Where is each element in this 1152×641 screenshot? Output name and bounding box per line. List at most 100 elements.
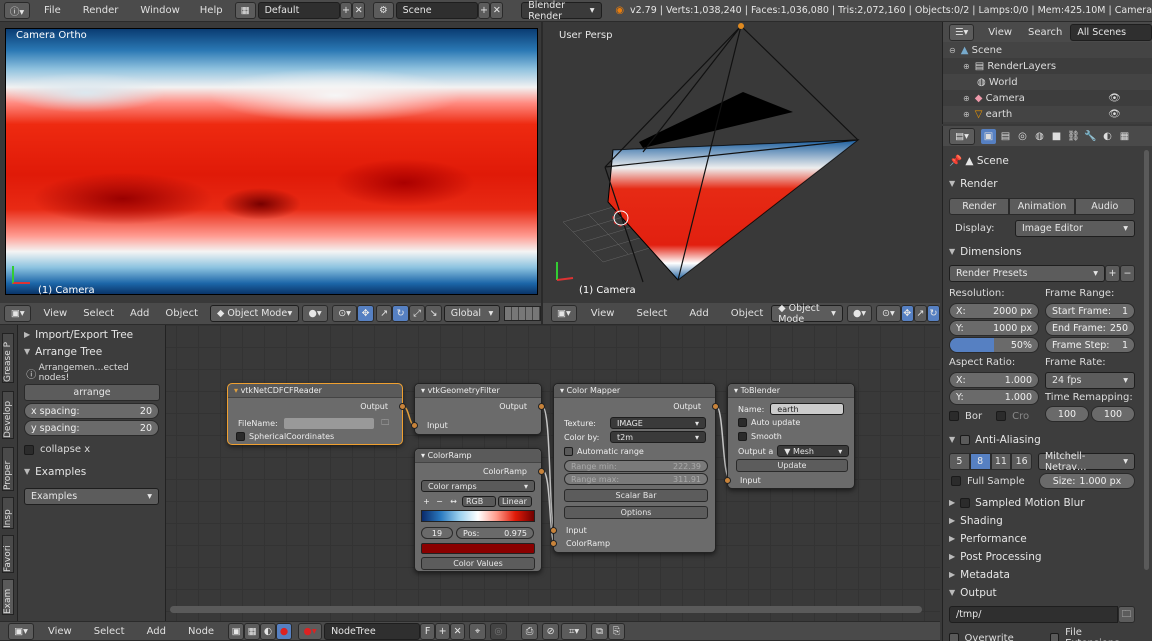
- editor-type-button[interactable]: ▣▾: [551, 305, 577, 322]
- translate-button[interactable]: ↗: [913, 305, 927, 322]
- snap-button[interactable]: ◎: [490, 622, 508, 640]
- metadata-header[interactable]: ▶ Metadata: [949, 566, 1135, 583]
- resolution-y-field[interactable]: Y: 1000 px: [949, 320, 1039, 336]
- layout-add-button[interactable]: +: [339, 2, 353, 19]
- outliner-item-world[interactable]: ◍ World: [943, 74, 1152, 90]
- node-editor-scrollbar[interactable]: [170, 606, 922, 613]
- reader-output-socket[interactable]: [399, 403, 406, 410]
- pivot-button[interactable]: ⊙▾: [331, 305, 358, 322]
- aspect-y-field[interactable]: Y: 1.000: [949, 389, 1039, 405]
- viewport-perspective[interactable]: User Persp (1) Camera: [543, 22, 940, 303]
- shading-header[interactable]: ▶ Shading: [949, 512, 1135, 529]
- fps-select[interactable]: 24 fps ▾: [1045, 372, 1135, 389]
- menu-node[interactable]: Node: [188, 626, 214, 637]
- viewport-camera[interactable]: Camera Ortho (1) Camera: [0, 22, 541, 303]
- layers-tab-icon[interactable]: ▤: [998, 129, 1013, 144]
- layout-icon[interactable]: ▦: [234, 2, 256, 19]
- auto-update-checkbox[interactable]: [738, 418, 747, 427]
- outliner-item-renderlayers[interactable]: ⊕ ▤ RenderLayers: [943, 58, 1152, 74]
- aa-samples-8[interactable]: 8: [969, 453, 991, 470]
- mode-select[interactable]: ◆ Object Mode ▾: [210, 305, 300, 322]
- scene-icon[interactable]: ⚙: [373, 2, 394, 19]
- node-color-mapper[interactable]: ▾ Color Mapper Output Texture: IMAGE ▾ Col…: [550, 383, 719, 553]
- border-checkbox[interactable]: [949, 411, 959, 421]
- shader-tree-icon[interactable]: ▣: [228, 622, 245, 640]
- end-frame-field[interactable]: End Frame: 250: [1045, 320, 1135, 336]
- folder-icon[interactable]: 🗀: [380, 418, 391, 429]
- preset-remove-button[interactable]: −: [1120, 265, 1135, 282]
- file-extensions-checkbox[interactable]: [1049, 633, 1060, 641]
- aa-samples-11[interactable]: 11: [990, 453, 1012, 470]
- scene-tab-icon[interactable]: ◎: [1015, 129, 1030, 144]
- custom-tree-icon[interactable]: ●: [276, 622, 293, 640]
- arrange-button[interactable]: arrange: [24, 384, 160, 401]
- editor-type-button[interactable]: ▣▾: [8, 622, 34, 640]
- render-tab-icon[interactable]: ▣: [981, 128, 996, 144]
- aspect-x-field[interactable]: X: 1.000: [949, 372, 1039, 388]
- menu-render[interactable]: Render: [83, 5, 119, 16]
- scale-button-2[interactable]: ↘: [425, 305, 442, 322]
- manipulator-button[interactable]: ✥: [357, 305, 374, 322]
- options-button[interactable]: Options: [564, 506, 708, 519]
- material-tab-icon[interactable]: ◐: [1100, 129, 1115, 144]
- full-sample-checkbox[interactable]: [951, 476, 961, 486]
- arrange-tree-header[interactable]: ▼ Arrange Tree: [24, 343, 159, 360]
- anti-aliasing-panel-header[interactable]: ▼ Anti-Aliasing: [949, 431, 1135, 448]
- anti-aliasing-checkbox[interactable]: [960, 434, 971, 445]
- backdrop-button[interactable]: ⎙: [521, 622, 539, 640]
- mapper-output-socket[interactable]: [712, 403, 719, 410]
- layout-select[interactable]: Default: [257, 2, 340, 19]
- snap-element-button[interactable]: ⌗▾: [561, 622, 588, 640]
- scene-select[interactable]: Scene: [395, 2, 478, 19]
- outliner-display-select[interactable]: All Scenes: [1070, 23, 1152, 41]
- y-spacing-field[interactable]: y spacing: 20: [24, 420, 159, 436]
- menu-help[interactable]: Help: [200, 5, 223, 16]
- properties-scrollbar[interactable]: [1144, 150, 1149, 570]
- mode-select[interactable]: ◆ Object Mode ▾: [771, 303, 843, 325]
- tree-add-button[interactable]: +: [435, 622, 451, 640]
- layout-close-button[interactable]: ✕: [352, 2, 366, 19]
- smooth-checkbox[interactable]: [738, 432, 747, 441]
- paste-button[interactable]: ⎘: [608, 622, 626, 640]
- node-tree-select[interactable]: NodeTree: [324, 622, 421, 640]
- outliner-tab-search[interactable]: Search: [1028, 27, 1062, 38]
- menu-select[interactable]: Select: [94, 626, 125, 637]
- shading-button[interactable]: ●▾: [846, 305, 872, 322]
- viewport-divider[interactable]: [541, 22, 543, 325]
- render-button[interactable]: Render: [949, 198, 1010, 215]
- outliner-item-earth[interactable]: ⊕ ▽ earth 👁: [943, 106, 1152, 122]
- menu-view[interactable]: View: [43, 308, 67, 319]
- outliner-type-button[interactable]: ☰▾: [949, 23, 975, 41]
- overwrite-checkbox[interactable]: [949, 633, 959, 641]
- geom-input-socket[interactable]: [411, 422, 418, 429]
- post-processing-header[interactable]: ▶ Post Processing: [949, 548, 1135, 565]
- snap-toggle-button[interactable]: ⊘: [542, 622, 560, 640]
- auto-range-checkbox[interactable]: [564, 447, 573, 456]
- ramp-pos-field[interactable]: Pos: 0.975: [456, 527, 534, 539]
- collapse-checkbox[interactable]: [24, 444, 34, 455]
- ramp-remove-button[interactable]: −: [434, 497, 445, 506]
- menu-select[interactable]: Select: [636, 308, 667, 319]
- constraint-tab-icon[interactable]: ⛓: [1066, 129, 1081, 144]
- examples-header[interactable]: ▼ Examples: [24, 463, 159, 480]
- render-panel-header[interactable]: ▼ Render: [949, 175, 1135, 192]
- animation-button[interactable]: Animation: [1009, 198, 1075, 215]
- scale-button[interactable]: ⤢: [408, 305, 426, 322]
- menu-object[interactable]: Object: [731, 308, 764, 319]
- tab-grease-pencil[interactable]: Grease P: [2, 333, 14, 383]
- outliner-item-scene[interactable]: ⊖ ▲ Scene: [943, 42, 1152, 58]
- manipulator-button[interactable]: ✥: [900, 305, 914, 322]
- tab-inspect[interactable]: Insp: [2, 497, 14, 529]
- filename-field[interactable]: [283, 418, 374, 429]
- outliner-item-camera[interactable]: ⊕ ◆ Camera 👁: [943, 90, 1152, 106]
- ramp-gradient-bar[interactable]: [421, 510, 535, 522]
- ramp-add-button[interactable]: +: [421, 497, 432, 506]
- node-to-blender[interactable]: ▾ ToBlender Name: earth Auto update Smoot…: [724, 383, 855, 489]
- remap-new-field[interactable]: 100: [1091, 406, 1135, 422]
- motion-blur-checkbox[interactable]: [960, 497, 971, 508]
- aa-samples-16[interactable]: 16: [1011, 453, 1032, 470]
- output-panel-header[interactable]: ▼ Output: [949, 584, 1135, 601]
- mapper-input-socket[interactable]: [550, 527, 557, 534]
- rotate-button[interactable]: ↻: [926, 305, 941, 322]
- ramp-index-field[interactable]: 19: [421, 527, 453, 539]
